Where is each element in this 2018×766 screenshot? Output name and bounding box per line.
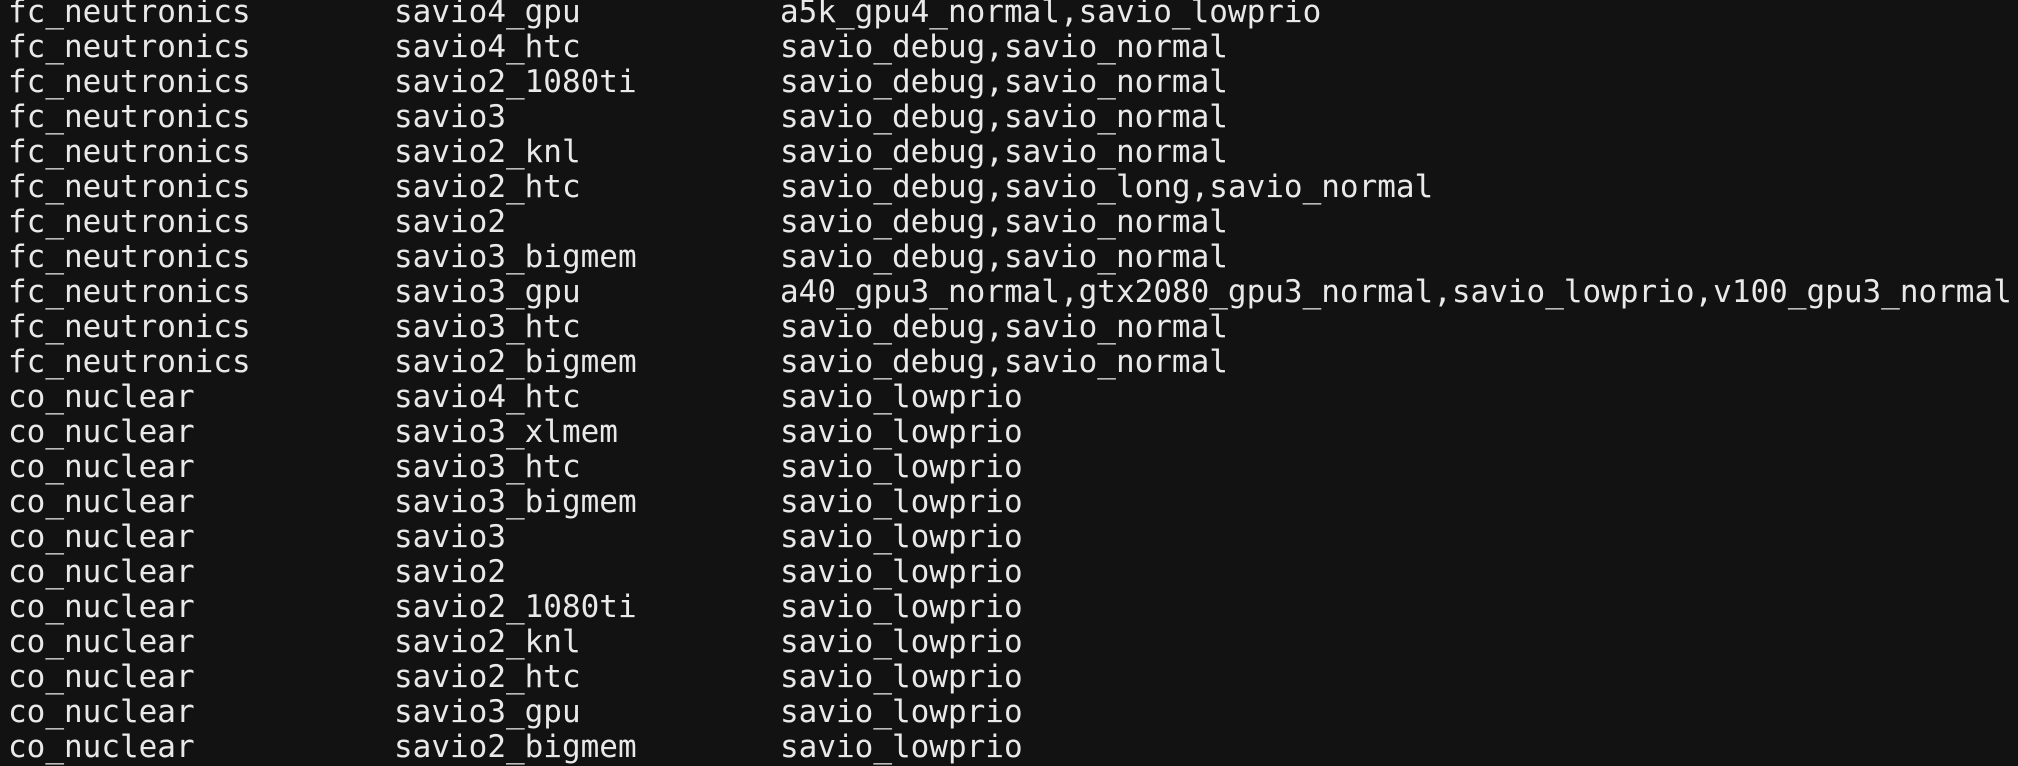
qos-cell: savio_lowprio [780,379,1023,415]
account-cell: co_nuclear [8,379,195,415]
qos-cell: savio_lowprio [780,449,1023,485]
qos-cell: a5k_gpu4_normal,savio_lowprio [780,0,1322,30]
account-cell: co_nuclear [8,694,195,730]
account-cell: fc_neutronics [8,274,251,310]
partition-cell: savio4_htc [394,29,581,65]
qos-cell: savio_debug,savio_normal [780,29,1228,65]
qos-cell: savio_lowprio [780,659,1023,695]
qos-cell: savio_lowprio [780,694,1023,730]
account-cell: fc_neutronics [8,169,251,205]
qos-cell: savio_lowprio [780,554,1023,590]
account-cell: fc_neutronics [8,134,251,170]
qos-cell: savio_debug,savio_normal [780,344,1228,380]
partition-cell: savio2_knl [394,624,581,660]
partition-cell: savio2_bigmem [394,344,637,380]
account-cell: co_nuclear [8,519,195,555]
partition-cell: savio2_bigmem [394,729,637,765]
partition-cell: savio2_knl [394,134,581,170]
account-cell: co_nuclear [8,484,195,520]
partition-cell: savio3_htc [394,449,581,485]
account-cell: fc_neutronics [8,239,251,275]
qos-cell: savio_debug,savio_normal [780,239,1228,275]
account-cell: fc_neutronics [8,29,251,65]
partition-cell: savio3 [394,99,506,135]
account-cell: fc_neutronics [8,99,251,135]
partition-cell: savio3_gpu [394,274,581,310]
partition-cell: savio3_bigmem [394,239,637,275]
partition-cell: savio2 [394,554,506,590]
partition-cell: savio3_xlmem [394,414,618,450]
account-cell: co_nuclear [8,589,195,625]
account-cell: fc_neutronics [8,0,251,30]
qos-cell: savio_lowprio [780,519,1023,555]
account-cell: co_nuclear [8,414,195,450]
partition-cell: savio4_htc [394,379,581,415]
account-cell: fc_neutronics [8,204,251,240]
account-cell: co_nuclear [8,624,195,660]
account-cell: co_nuclear [8,659,195,695]
qos-cell: savio_lowprio [780,484,1023,520]
qos-cell: savio_lowprio [780,589,1023,625]
qos-cell: savio_debug,savio_normal [780,99,1228,135]
account-cell: co_nuclear [8,729,195,765]
partition-cell: savio2_htc [394,169,581,205]
qos-cell: savio_debug,savio_normal [780,204,1228,240]
qos-cell: savio_debug,savio_normal [780,309,1228,345]
partition-cell: savio2_1080ti [394,64,637,100]
partition-cell: savio2 [394,204,506,240]
partition-cell: savio3_htc [394,309,581,345]
partition-cell: savio3_bigmem [394,484,637,520]
qos-cell: savio_lowprio [780,414,1023,450]
qos-cell: savio_lowprio [780,729,1023,765]
account-cell: fc_neutronics [8,64,251,100]
account-cell: fc_neutronics [8,344,251,380]
partition-cell: savio3_gpu [394,694,581,730]
qos-cell: savio_debug,savio_normal [780,134,1228,170]
qos-cell: savio_lowprio [780,624,1023,660]
partition-cell: savio3 [394,519,506,555]
account-cell: co_nuclear [8,449,195,485]
qos-cell: a40_gpu3_normal,gtx2080_gpu3_normal,savi… [780,274,2012,310]
account-cell: co_nuclear [8,554,195,590]
partition-cell: savio2_htc [394,659,581,695]
qos-cell: savio_debug,savio_long,savio_normal [780,169,1434,205]
terminal-window[interactable]: fc_neutronics savio4_gpu a5k_gpu4_normal,s… [0,0,2018,766]
partition-cell: savio2_1080ti [394,589,637,625]
qos-cell: savio_debug,savio_normal [780,64,1228,100]
account-cell: fc_neutronics [8,309,251,345]
partition-cell: savio4_gpu [394,0,581,30]
